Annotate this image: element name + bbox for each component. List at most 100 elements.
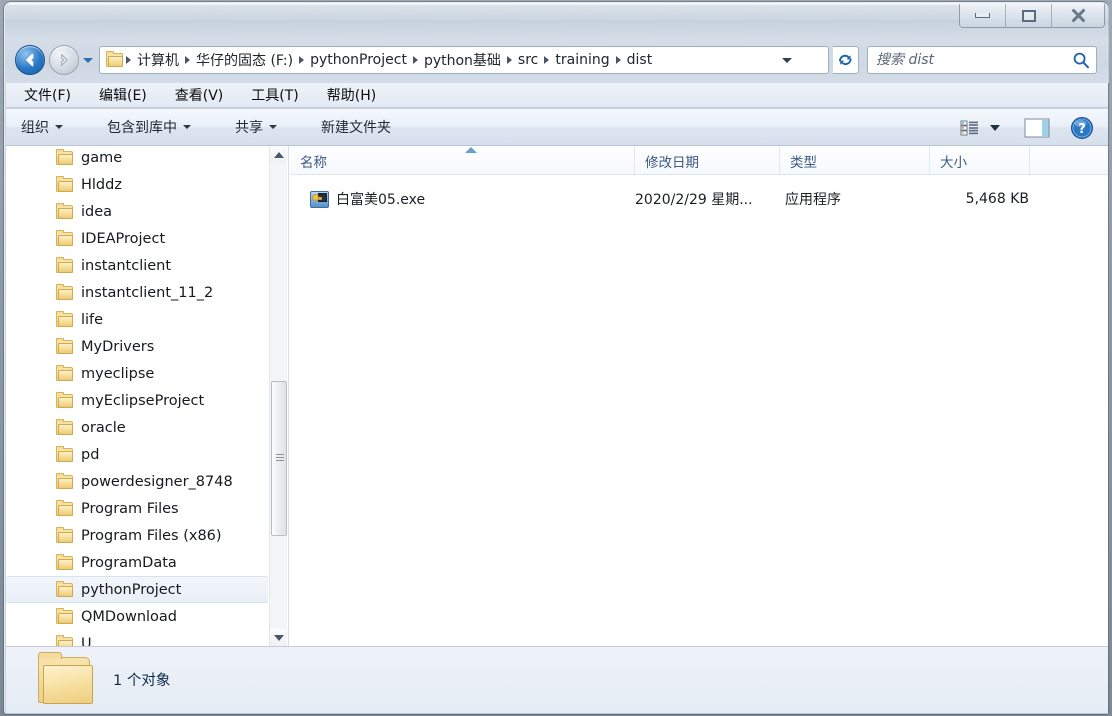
refresh-button[interactable] [833,46,859,74]
tree-item-label: Program Files (x86) [81,527,222,544]
tree-item-label: idea [81,203,113,220]
search-input[interactable] [874,51,1072,69]
tree-item[interactable]: oracle [6,414,268,441]
breadcrumb-separator [615,56,621,64]
breadcrumb-item-4[interactable]: src [513,50,543,70]
breadcrumb-item-2[interactable]: pythonProject [305,50,412,70]
tree-item[interactable]: myEclipseProject [6,387,268,414]
address-dropdown-button[interactable] [776,47,798,73]
view-options-caret-button[interactable] [986,114,1010,142]
scroll-down-button[interactable] [270,629,287,646]
tree-item[interactable]: Hlddz [6,171,268,198]
breadcrumb-item-5[interactable]: training [550,50,614,70]
include-in-library-label: 包含到库中 [107,120,177,136]
tree-item-label: ProgramData [81,554,177,571]
address-toolbar: 计算机 华仔的固态 (F:) pythonProject python基础 sr… [5,37,1109,83]
breadcrumb-item-0[interactable]: 计算机 [132,48,184,72]
folder-icon [56,418,73,435]
close-button[interactable] [1052,4,1104,27]
folder-icon [56,283,73,300]
recent-pages-button[interactable] [81,53,95,67]
chevron-down-icon [269,125,277,129]
tree-item[interactable]: idea [6,198,268,225]
address-folder-icon [106,51,123,67]
file-name-label: 白富美05.exe [336,192,426,208]
maximize-button[interactable] [1006,4,1052,27]
view-options-button[interactable] [954,114,986,142]
folder-icon [56,472,73,489]
maximize-icon [1021,9,1036,22]
folder-icon [56,553,73,570]
include-in-library-button[interactable]: 包含到库中 [98,114,200,140]
help-icon: ? [1071,116,1093,139]
tree-item[interactable]: Program Files (x86) [6,522,268,549]
chevron-down-icon [183,125,191,129]
minimize-button[interactable] [960,4,1006,27]
tree-item[interactable]: life [6,306,268,333]
navigation-pane-scrollbar[interactable] [269,146,287,646]
folder-icon [56,499,73,516]
new-folder-button[interactable]: 新建文件夹 [312,114,400,140]
column-header-type[interactable]: 类型 [780,146,930,175]
folder-icon [56,310,73,327]
column-header-name[interactable]: 名称 [290,146,635,175]
file-list-pane[interactable]: 名称 修改日期 类型 大小 白富美05.exe 2020/2/29 星期... … [290,146,1108,646]
minimize-icon [975,13,990,18]
breadcrumb-separator [126,56,131,64]
search-icon[interactable] [1072,51,1090,69]
tree-item[interactable]: IDEAProject [6,225,268,252]
scroll-up-button[interactable] [270,146,287,163]
share-button[interactable]: 共享 [226,114,286,140]
tree-item[interactable]: myeclipse [6,360,268,387]
folder-icon [56,445,73,462]
folder-icon [56,607,73,624]
tree-item[interactable]: ProgramData [6,549,268,576]
tree-item[interactable]: Program Files [6,495,268,522]
tree-item-label: myeclipse [81,365,155,382]
breadcrumb-separator [412,56,418,64]
breadcrumb-item-3[interactable]: python基础 [419,48,506,72]
tree-item[interactable]: QMDownload [6,603,268,630]
command-toolbar: 组织 包含到库中 共享 新建文件夹 ? [6,109,1108,146]
title-bar[interactable] [5,3,1109,37]
table-row[interactable]: 白富美05.exe 2020/2/29 星期... 应用程序 5,468 KB [290,186,1108,212]
preview-pane-button[interactable] [1010,114,1064,142]
tree-item[interactable]: instantclient [6,252,268,279]
tree-item[interactable]: U [6,630,268,646]
breadcrumb-separator [299,56,305,64]
forward-arrow-icon [60,53,68,67]
back-button[interactable] [15,45,45,75]
navigation-pane[interactable]: game Hlddz idea IDEAProject instantclient ins… [6,146,289,646]
menu-item-file[interactable]: 文件(F) [20,83,75,107]
tree-item-label: Program Files [81,500,179,517]
help-button[interactable]: ? [1064,114,1100,142]
folder-icon [56,337,73,354]
column-header-modified[interactable]: 修改日期 [635,146,780,175]
search-box[interactable] [867,46,1097,74]
tree-item[interactable]: game [6,146,268,171]
chevron-down-icon [273,634,284,641]
file-name-cell[interactable]: 白富美05.exe [310,186,630,212]
menu-item-help[interactable]: 帮助(H) [323,83,380,107]
chevron-down-icon [782,57,792,63]
menu-item-edit[interactable]: 编辑(E) [95,83,151,107]
tree-item-label: instantclient_11_2 [81,284,214,301]
breadcrumb-item-1[interactable]: 华仔的固态 (F:) [191,48,298,72]
folder-icon [56,148,73,165]
menu-item-tools[interactable]: 工具(T) [247,83,302,107]
tree-item[interactable]: instantclient_11_2 [6,279,268,306]
tree-item[interactable]: powerdesigner_8748 [6,468,268,495]
menu-bar: 文件(F) 编辑(E) 查看(V) 工具(T) 帮助(H) [6,83,1108,108]
tree-item-selected[interactable]: pythonProject [6,576,268,603]
folder-icon [38,652,94,705]
column-header-size[interactable]: 大小 [930,146,1030,175]
address-bar[interactable]: 计算机 华仔的固态 (F:) pythonProject python基础 sr… [99,46,829,74]
window-controls [959,4,1105,28]
breadcrumb-item-6[interactable]: dist [622,50,658,70]
organize-button[interactable]: 组织 [12,114,72,140]
forward-button[interactable] [49,45,79,75]
tree-item[interactable]: MyDrivers [6,333,268,360]
scrollbar-thumb[interactable] [271,381,287,536]
menu-item-view[interactable]: 查看(V) [171,83,228,107]
tree-item[interactable]: pd [6,441,268,468]
